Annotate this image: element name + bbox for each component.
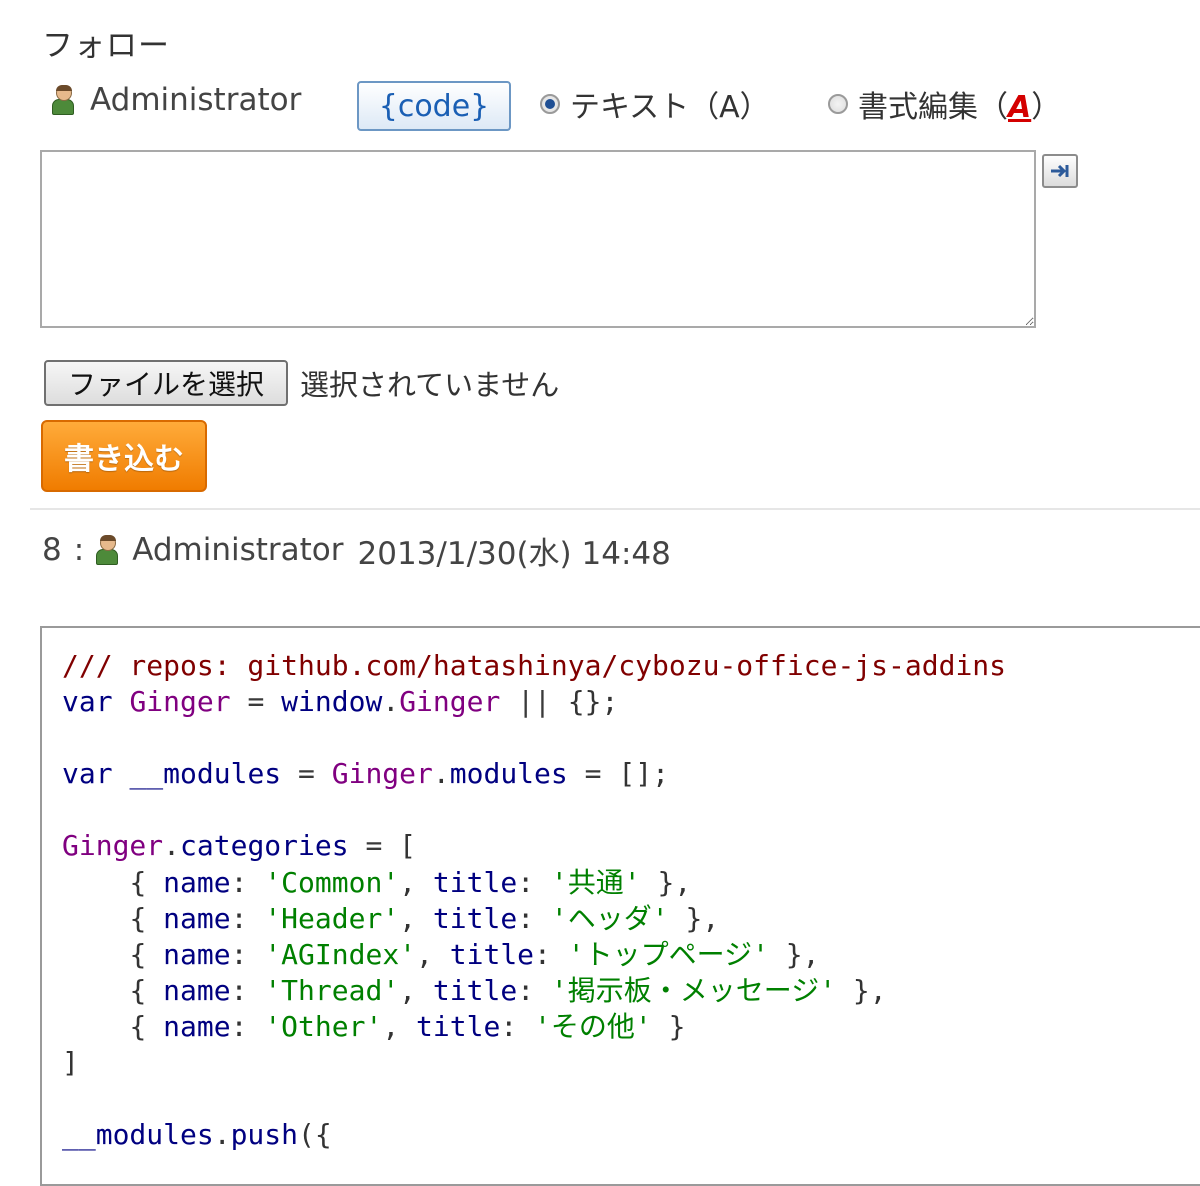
code-line: { name: 'Other', title: 'その他' } [129,1009,686,1043]
format-text-label: テキスト（A） [570,90,770,125]
arrow-right-to-bar-icon [1051,164,1069,178]
user-icon [52,85,74,115]
section-divider [30,508,1200,510]
code-line: { name: 'Thread', title: '掲示板・メッセージ' }, [129,973,887,1007]
post-user-icon [96,535,119,565]
post-header: 8 : Administrator 2013/1/30(水) 14:48 [42,530,671,572]
code-line: var Ginger = window.Ginger || {}; [62,685,619,719]
code-line: ] [62,1046,79,1080]
file-status-text: 選択されていません [300,368,560,402]
format-text-option[interactable]: テキスト（A） [540,82,770,126]
code-line: { name: 'Header', title: 'ヘッダ' }, [129,901,720,935]
insert-code-button[interactable]: {code} [357,81,511,131]
code-block: /// repos: github.com/hatashinya/cybozu-… [40,626,1200,1186]
radio-unchecked-icon[interactable] [828,94,848,114]
post-number: 8 [42,532,62,568]
expand-textarea-button[interactable] [1042,154,1078,188]
post-author[interactable]: Administrator [132,532,343,568]
code-line: { name: 'AGIndex', title: 'トップページ' }, [129,937,820,971]
follow-heading: フォロー [42,28,170,64]
code-line: { name: 'Common', title: '共通' }, [129,865,692,899]
code-line: /// repos: github.com/hatashinya/cybozu-… [62,649,1007,682]
code-line: Ginger.categories = [ [62,829,417,863]
code-line: __modules.push({ [62,1118,332,1152]
format-a-icon: A [1008,90,1032,125]
code-line: var __modules = Ginger.modules = []; [62,757,669,791]
post-datetime: 2013/1/30(水) 14:48 [357,535,671,572]
format-rich-option[interactable]: 書式編集（A） [828,82,1061,126]
current-user-name: Administrator [90,82,302,118]
format-rich-label: 書式編集（A） [858,90,1062,125]
code-content: /// repos: github.com/hatashinya/cybozu-… [42,628,1200,1153]
submit-button[interactable]: 書き込む [41,420,207,492]
post-separator: : [73,532,85,568]
choose-file-button[interactable]: ファイルを選択 [44,360,288,406]
comment-textarea[interactable] [40,150,1036,328]
radio-checked-icon[interactable] [540,94,560,114]
current-user: Administrator [52,80,301,120]
